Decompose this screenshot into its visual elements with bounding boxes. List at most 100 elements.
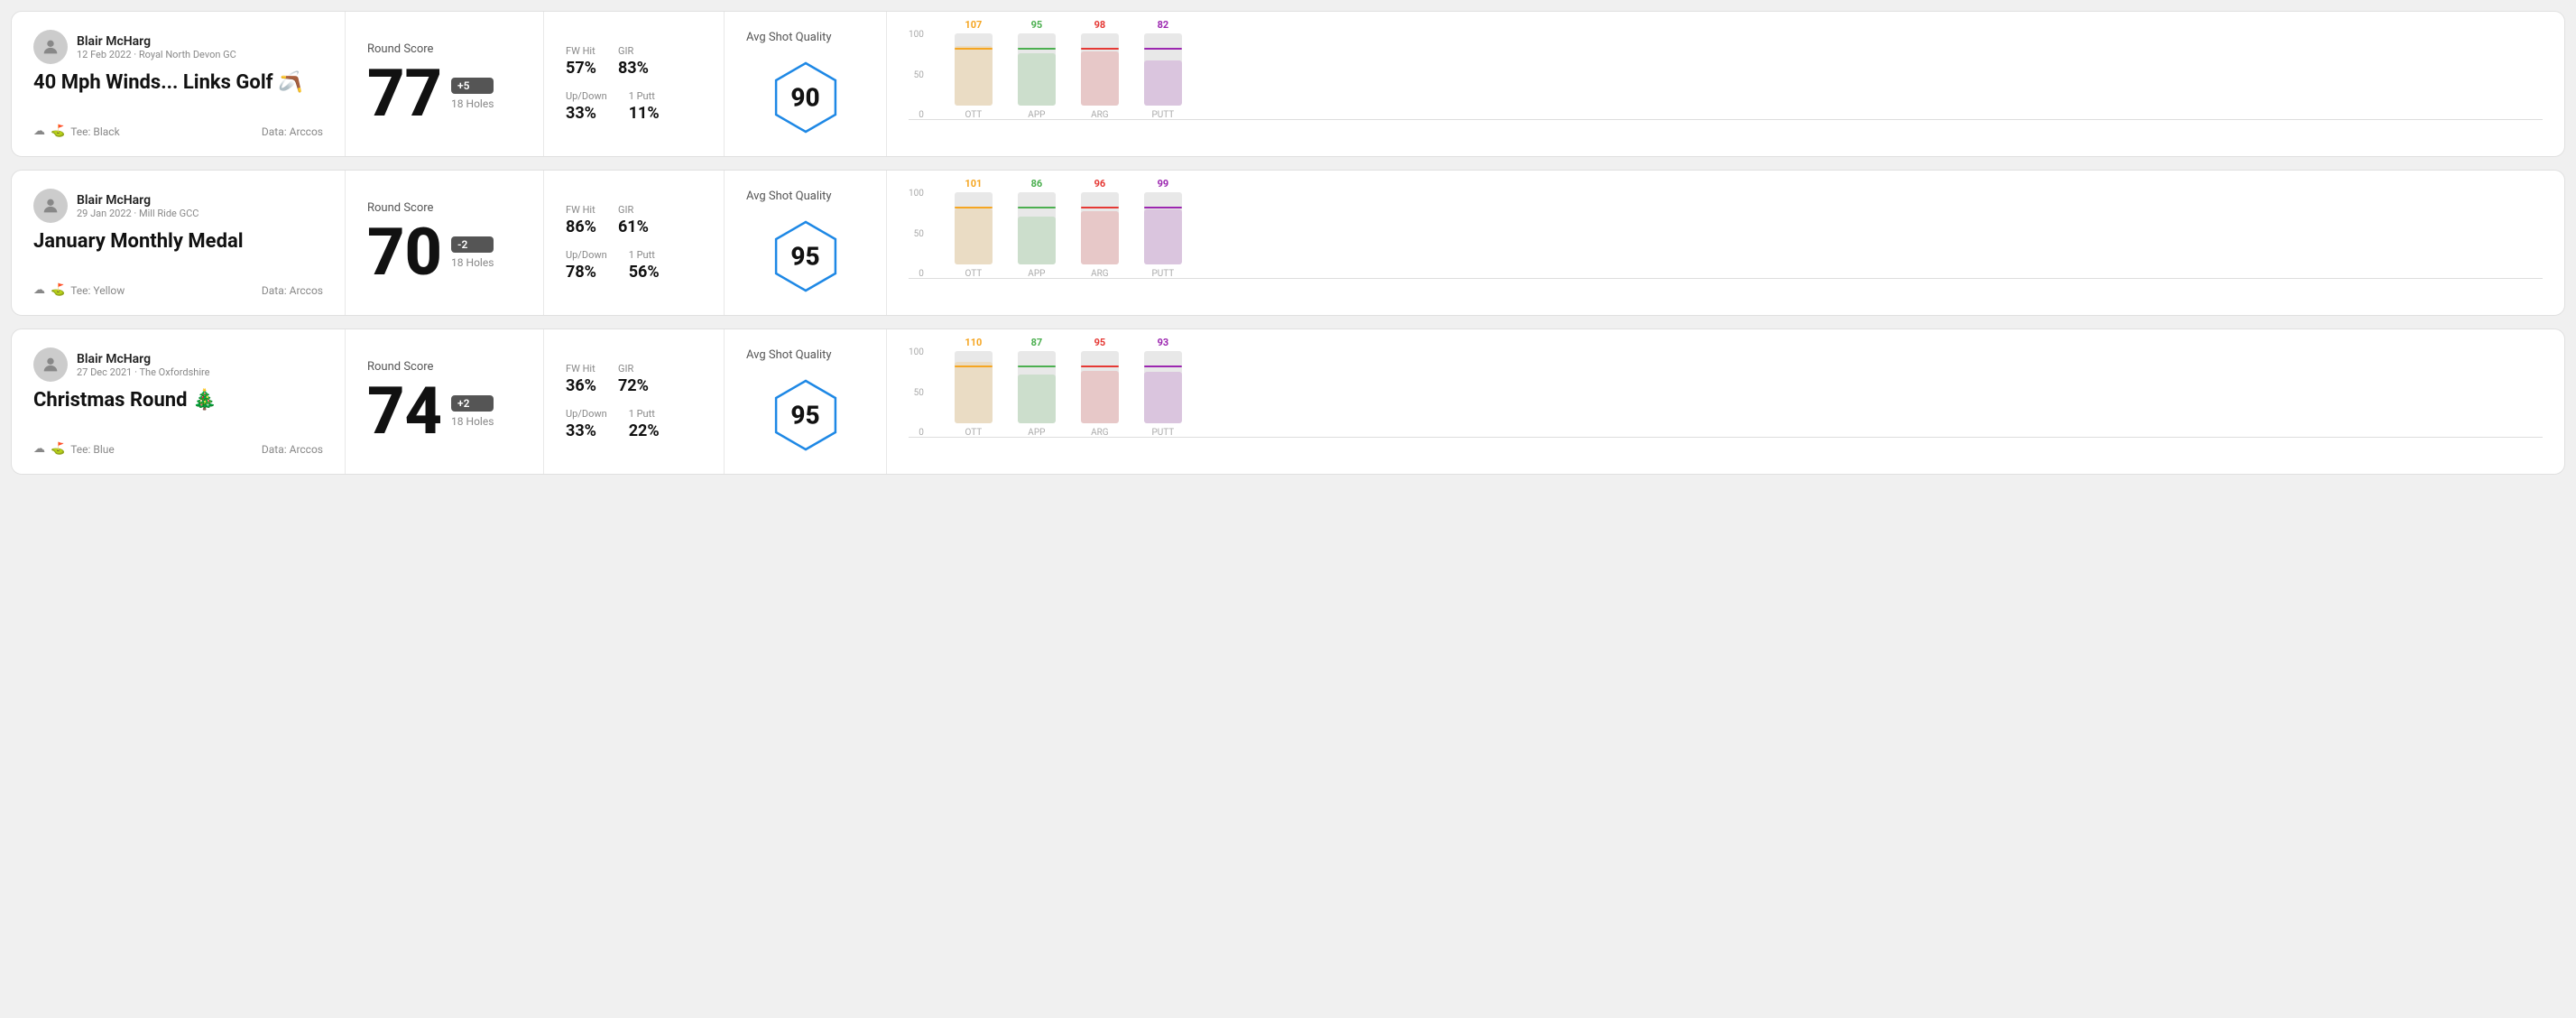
card-left: Blair McHarg 27 Dec 2021 · The Oxfordshi… (12, 329, 346, 474)
bar-fill (1081, 211, 1119, 264)
bar-fill (1081, 51, 1119, 106)
score-number: 70 (367, 220, 442, 285)
data-source: Data: Arccos (262, 443, 323, 456)
bar-xlabel: PUTT (1151, 428, 1174, 438)
gir-label: GIR (618, 204, 649, 216)
bar-line (1018, 366, 1056, 367)
score-number: 77 (367, 61, 442, 126)
stat-fw-hit: FW Hit 36% (566, 363, 596, 395)
bar-xlabel: ARG (1091, 110, 1109, 120)
bar-wrapper (955, 192, 993, 264)
score-label: Round Score (367, 42, 522, 56)
bar-fill (955, 362, 993, 423)
bar-value: 86 (1031, 178, 1043, 190)
bar-xlabel: APP (1028, 428, 1045, 438)
card-left: Blair McHarg 29 Jan 2022 · Mill Ride GCC… (12, 171, 346, 315)
tee-info: ☁ ⛳ Tee: Black (33, 125, 120, 138)
data-source: Data: Arccos (262, 284, 323, 297)
chart-yaxis: 100 50 0 (909, 30, 924, 120)
updown-value: 33% (566, 104, 607, 123)
bag-icon: ⛳ (51, 283, 65, 297)
bar-group-app: 86 APP (1018, 178, 1056, 279)
score-label: Round Score (367, 360, 522, 374)
stats-row-bottom: Up/Down 78% 1 Putt 56% (566, 249, 702, 282)
bar-value: 95 (1094, 337, 1106, 348)
hex-score: 95 (790, 400, 819, 430)
bar-group-app: 87 APP (1018, 337, 1056, 438)
person-icon (41, 355, 60, 375)
avatar (33, 30, 68, 64)
card-stats: FW Hit 36% GIR 72% Up/Down 33% 1 Putt 22… (544, 329, 725, 474)
bar-fill (955, 208, 993, 264)
bar-group-ott: 101 OTT (955, 178, 993, 279)
card-chart: 100 50 0 101 OTT 86 APP 96 ARG (887, 171, 2564, 315)
bar-group-arg: 95 ARG (1081, 337, 1119, 438)
updown-value: 33% (566, 421, 607, 440)
bar-fill (1018, 53, 1056, 106)
user-name: Blair McHarg (77, 193, 199, 208)
gir-label: GIR (618, 363, 649, 375)
card-chart: 100 50 0 110 OTT 87 APP 95 ARG (887, 329, 2564, 474)
bar-wrapper (1081, 33, 1119, 106)
hexagon-container: 90 (765, 57, 846, 138)
bar-value: 87 (1031, 337, 1043, 348)
user-info: Blair McHarg 12 Feb 2022 · Royal North D… (77, 34, 236, 60)
bar-xlabel: PUTT (1151, 110, 1174, 120)
putt1-label: 1 Putt (629, 90, 660, 102)
stats-row-bottom: Up/Down 33% 1 Putt 22% (566, 408, 702, 440)
round-card: Blair McHarg 29 Jan 2022 · Mill Ride GCC… (11, 170, 2565, 316)
bar-group-ott: 107 OTT (955, 19, 993, 120)
score-badge: +2 (451, 395, 494, 412)
tee-label: Tee: Black (70, 125, 119, 138)
round-title: Christmas Round 🎄 (33, 389, 323, 412)
fw-hit-value: 36% (566, 376, 596, 395)
bar-value: 98 (1094, 19, 1106, 31)
card-chart: 100 50 0 107 OTT 95 APP 98 ARG (887, 12, 2564, 156)
stat-1putt: 1 Putt 22% (629, 408, 660, 440)
bar-xlabel: OTT (965, 428, 982, 438)
updown-label: Up/Down (566, 90, 607, 102)
bar-value: 95 (1031, 19, 1043, 31)
user-meta: 12 Feb 2022 · Royal North Devon GC (77, 49, 236, 60)
stat-fw-hit: FW Hit 86% (566, 204, 596, 236)
bar-group-putt: 93 PUTT (1144, 337, 1182, 438)
bar-line (955, 207, 993, 208)
data-source: Data: Arccos (262, 125, 323, 138)
score-detail: +2 18 Holes (451, 395, 494, 428)
user-row: Blair McHarg 27 Dec 2021 · The Oxfordshi… (33, 347, 323, 382)
fw-hit-label: FW Hit (566, 204, 596, 216)
card-score: Round Score 77 +5 18 Holes (346, 12, 544, 156)
stat-gir: GIR 83% (618, 45, 649, 78)
bar-fill (1144, 60, 1182, 106)
bar-wrapper (1018, 192, 1056, 264)
updown-label: Up/Down (566, 249, 607, 261)
hexagon-container: 95 (765, 216, 846, 297)
score-row: 74 +2 18 Holes (367, 379, 522, 444)
card-score: Round Score 74 +2 18 Holes (346, 329, 544, 474)
score-badge: +5 (451, 78, 494, 94)
bar-fill (1081, 371, 1119, 423)
bar-line (1144, 366, 1182, 367)
user-info: Blair McHarg 27 Dec 2021 · The Oxfordshi… (77, 352, 209, 378)
gir-value: 72% (618, 376, 649, 395)
stats-row-bottom: Up/Down 33% 1 Putt 11% (566, 90, 702, 123)
chart-yaxis: 100 50 0 (909, 347, 924, 438)
bar-value: 93 (1158, 337, 1169, 348)
bar-line (955, 366, 993, 367)
stat-1putt: 1 Putt 56% (629, 249, 660, 282)
bar-wrapper (1144, 192, 1182, 264)
score-holes: 18 Holes (451, 415, 494, 428)
cloud-icon: ☁ (33, 442, 45, 456)
bar-xlabel: APP (1028, 110, 1045, 120)
updown-value: 78% (566, 263, 607, 282)
quality-label: Avg Shot Quality (746, 31, 832, 44)
card-stats: FW Hit 86% GIR 61% Up/Down 78% 1 Putt 56… (544, 171, 725, 315)
updown-label: Up/Down (566, 408, 607, 420)
chart-yaxis: 100 50 0 (909, 189, 924, 279)
user-row: Blair McHarg 12 Feb 2022 · Royal North D… (33, 30, 323, 64)
bar-value: 107 (965, 19, 982, 31)
bar-xlabel: ARG (1091, 428, 1109, 438)
bar-wrapper (1144, 33, 1182, 106)
bar-line (1018, 207, 1056, 208)
user-meta: 29 Jan 2022 · Mill Ride GCC (77, 208, 199, 219)
